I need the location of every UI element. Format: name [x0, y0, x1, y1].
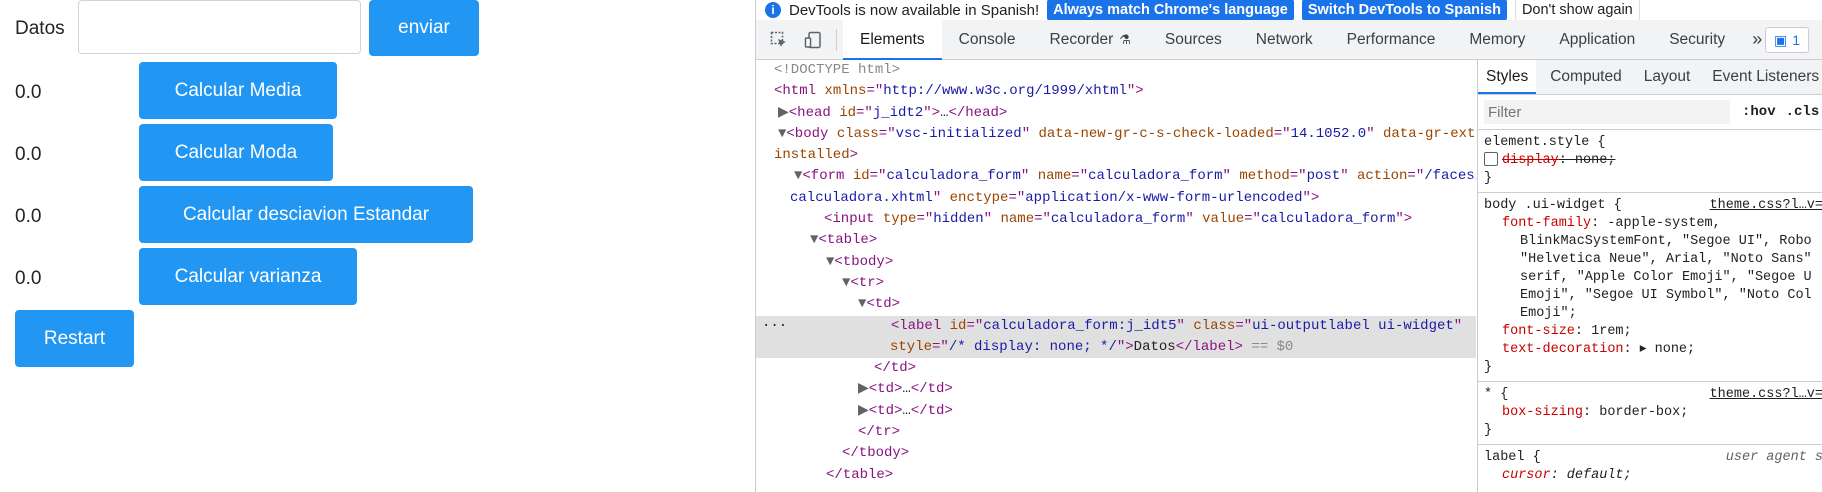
devtools-panel: i DevTools is now available in Spanish! … — [755, 0, 1822, 492]
infobar-message: DevTools is now available in Spanish! — [789, 1, 1040, 19]
tab-network[interactable]: Network — [1239, 20, 1330, 60]
issues-count: 1 — [1792, 32, 1800, 48]
dom-line-td2[interactable]: ▶<td>…</td> — [756, 379, 1476, 400]
tab-sources[interactable]: Sources — [1148, 20, 1239, 60]
elements-tree[interactable]: <!DOCTYPE html> <html xmlns="http://www.… — [756, 60, 1476, 492]
tab-layout[interactable]: Layout — [1636, 60, 1699, 94]
tab-memory[interactable]: Memory — [1452, 20, 1542, 60]
source-link-theme[interactable]: theme.css?l…v= — [1710, 197, 1822, 215]
sidebar-tabs: Styles Computed Layout Event Listeners — [1478, 60, 1822, 95]
tab-computed[interactable]: Computed — [1542, 60, 1630, 94]
styles-sidebar: Styles Computed Layout Event Listeners :… — [1477, 60, 1822, 492]
dom-line-body[interactable]: ▼<body class="vsc-initialized" data-new-… — [756, 124, 1476, 145]
language-infobar: i DevTools is now available in Spanish! … — [756, 0, 1822, 21]
dom-line-td[interactable]: ▼<td> — [756, 294, 1476, 315]
tab-event-listeners[interactable]: Event Listeners — [1704, 60, 1822, 94]
tab-recorder[interactable]: Recorder ⚗ — [1033, 20, 1148, 60]
rule-label-ua: label {user agent s cursor: default; — [1484, 450, 1822, 483]
always-match-language-button[interactable]: Always match Chrome's language — [1047, 0, 1294, 21]
dom-line-label-cont[interactable]: style="/* display: none; */">Datos</labe… — [756, 336, 1476, 359]
app-page: Datos enviar 0.0 Calcular Media 0.0 Calc… — [0, 0, 755, 492]
message-icon: ▣ — [1773, 31, 1788, 48]
tab-recorder-label: Recorder — [1049, 30, 1114, 48]
varianza-value: 0.0 — [15, 268, 42, 289]
inspect-element-icon[interactable] — [768, 29, 790, 51]
dom-line-form[interactable]: ▼<form id="calculadora_form" name="calcu… — [756, 166, 1476, 187]
switch-to-spanish-button[interactable]: Switch DevTools to Spanish — [1301, 0, 1507, 21]
dont-show-again-button[interactable]: Don't show again — [1514, 0, 1640, 21]
tab-performance[interactable]: Performance — [1330, 20, 1453, 60]
dom-line-td-close: </td> — [874, 360, 917, 377]
calcular-desviacion-button[interactable]: Calcular desciavion Estandar — [139, 186, 473, 243]
rule-universal: * {theme.css?l…v= box-sizing: border-box… — [1478, 382, 1822, 445]
property-checkbox[interactable] — [1484, 152, 1498, 167]
dom-line-head[interactable]: ▶<head id="j_idt2">…</head> — [756, 103, 1476, 124]
calcular-media-button[interactable]: Calcular Media — [139, 62, 337, 119]
dom-line-label-selected[interactable]: ··· <label id="calculadora_form:j_idt5" … — [756, 315, 1476, 337]
tab-application[interactable]: Application — [1542, 20, 1652, 60]
styles-filter-bar: :hov .cls — [1478, 95, 1822, 130]
dom-line-table-close: </table> — [826, 466, 894, 483]
desviacion-value: 0.0 — [15, 206, 42, 227]
dom-line-tbody[interactable]: ▼<tbody> — [756, 252, 1476, 273]
styles-filter-input[interactable] — [1484, 100, 1730, 124]
issues-badge[interactable]: ▣ 1 — [1764, 27, 1809, 53]
rule-ui-widget: body .ui-widget {theme.css?l…v= font-fam… — [1478, 193, 1822, 382]
dom-line-table[interactable]: ▼<table> — [756, 230, 1476, 251]
rule-element-style: element.style { display: none; } — [1478, 130, 1822, 193]
dom-line-form-cont: calculadora.xhtml" enctype="application/… — [790, 189, 1320, 206]
datos-label: Datos — [15, 18, 65, 39]
dom-line-input[interactable]: <input type="hidden" name="calculadora_f… — [756, 209, 1476, 230]
dom-line-html[interactable]: <html xmlns="http://www.w3c.org/1999/xht… — [756, 81, 1476, 102]
tab-elements[interactable]: Elements — [843, 19, 942, 60]
datos-input[interactable] — [78, 0, 361, 54]
tab-security[interactable]: Security — [1652, 20, 1742, 60]
device-toolbar-icon[interactable] — [802, 29, 824, 51]
dom-line-tbody-close: </tbody> — [842, 445, 910, 462]
calcular-varianza-button[interactable]: Calcular varianza — [139, 248, 357, 305]
hov-toggle[interactable]: :hov — [1742, 104, 1776, 120]
calcular-moda-button[interactable]: Calcular Moda — [139, 124, 333, 181]
moda-value: 0.0 — [15, 144, 42, 165]
flask-icon: ⚗ — [1119, 31, 1131, 47]
toolbar-separator — [836, 28, 837, 51]
media-value: 0.0 — [15, 82, 42, 103]
dom-line-td3[interactable]: ▶<td>…</td> — [756, 401, 1476, 422]
cls-toggle[interactable]: .cls — [1786, 104, 1820, 120]
source-link-theme-2[interactable]: theme.css?l…v= — [1710, 386, 1822, 404]
dom-line-tr-close: </tr> — [858, 424, 901, 441]
enviar-button[interactable]: enviar — [369, 0, 479, 56]
devtools-tabbar: Elements Console Recorder ⚗ Sources Netwo… — [756, 19, 1822, 60]
info-icon: i — [765, 2, 781, 18]
dom-line-tr[interactable]: ▼<tr> — [756, 273, 1476, 294]
dom-line-doctype: <!DOCTYPE html> — [774, 62, 901, 78]
tab-console[interactable]: Console — [942, 20, 1033, 60]
tab-styles[interactable]: Styles — [1478, 60, 1537, 94]
restart-button[interactable]: Restart — [15, 310, 134, 367]
dom-line-body-cont: installed> — [774, 147, 859, 164]
